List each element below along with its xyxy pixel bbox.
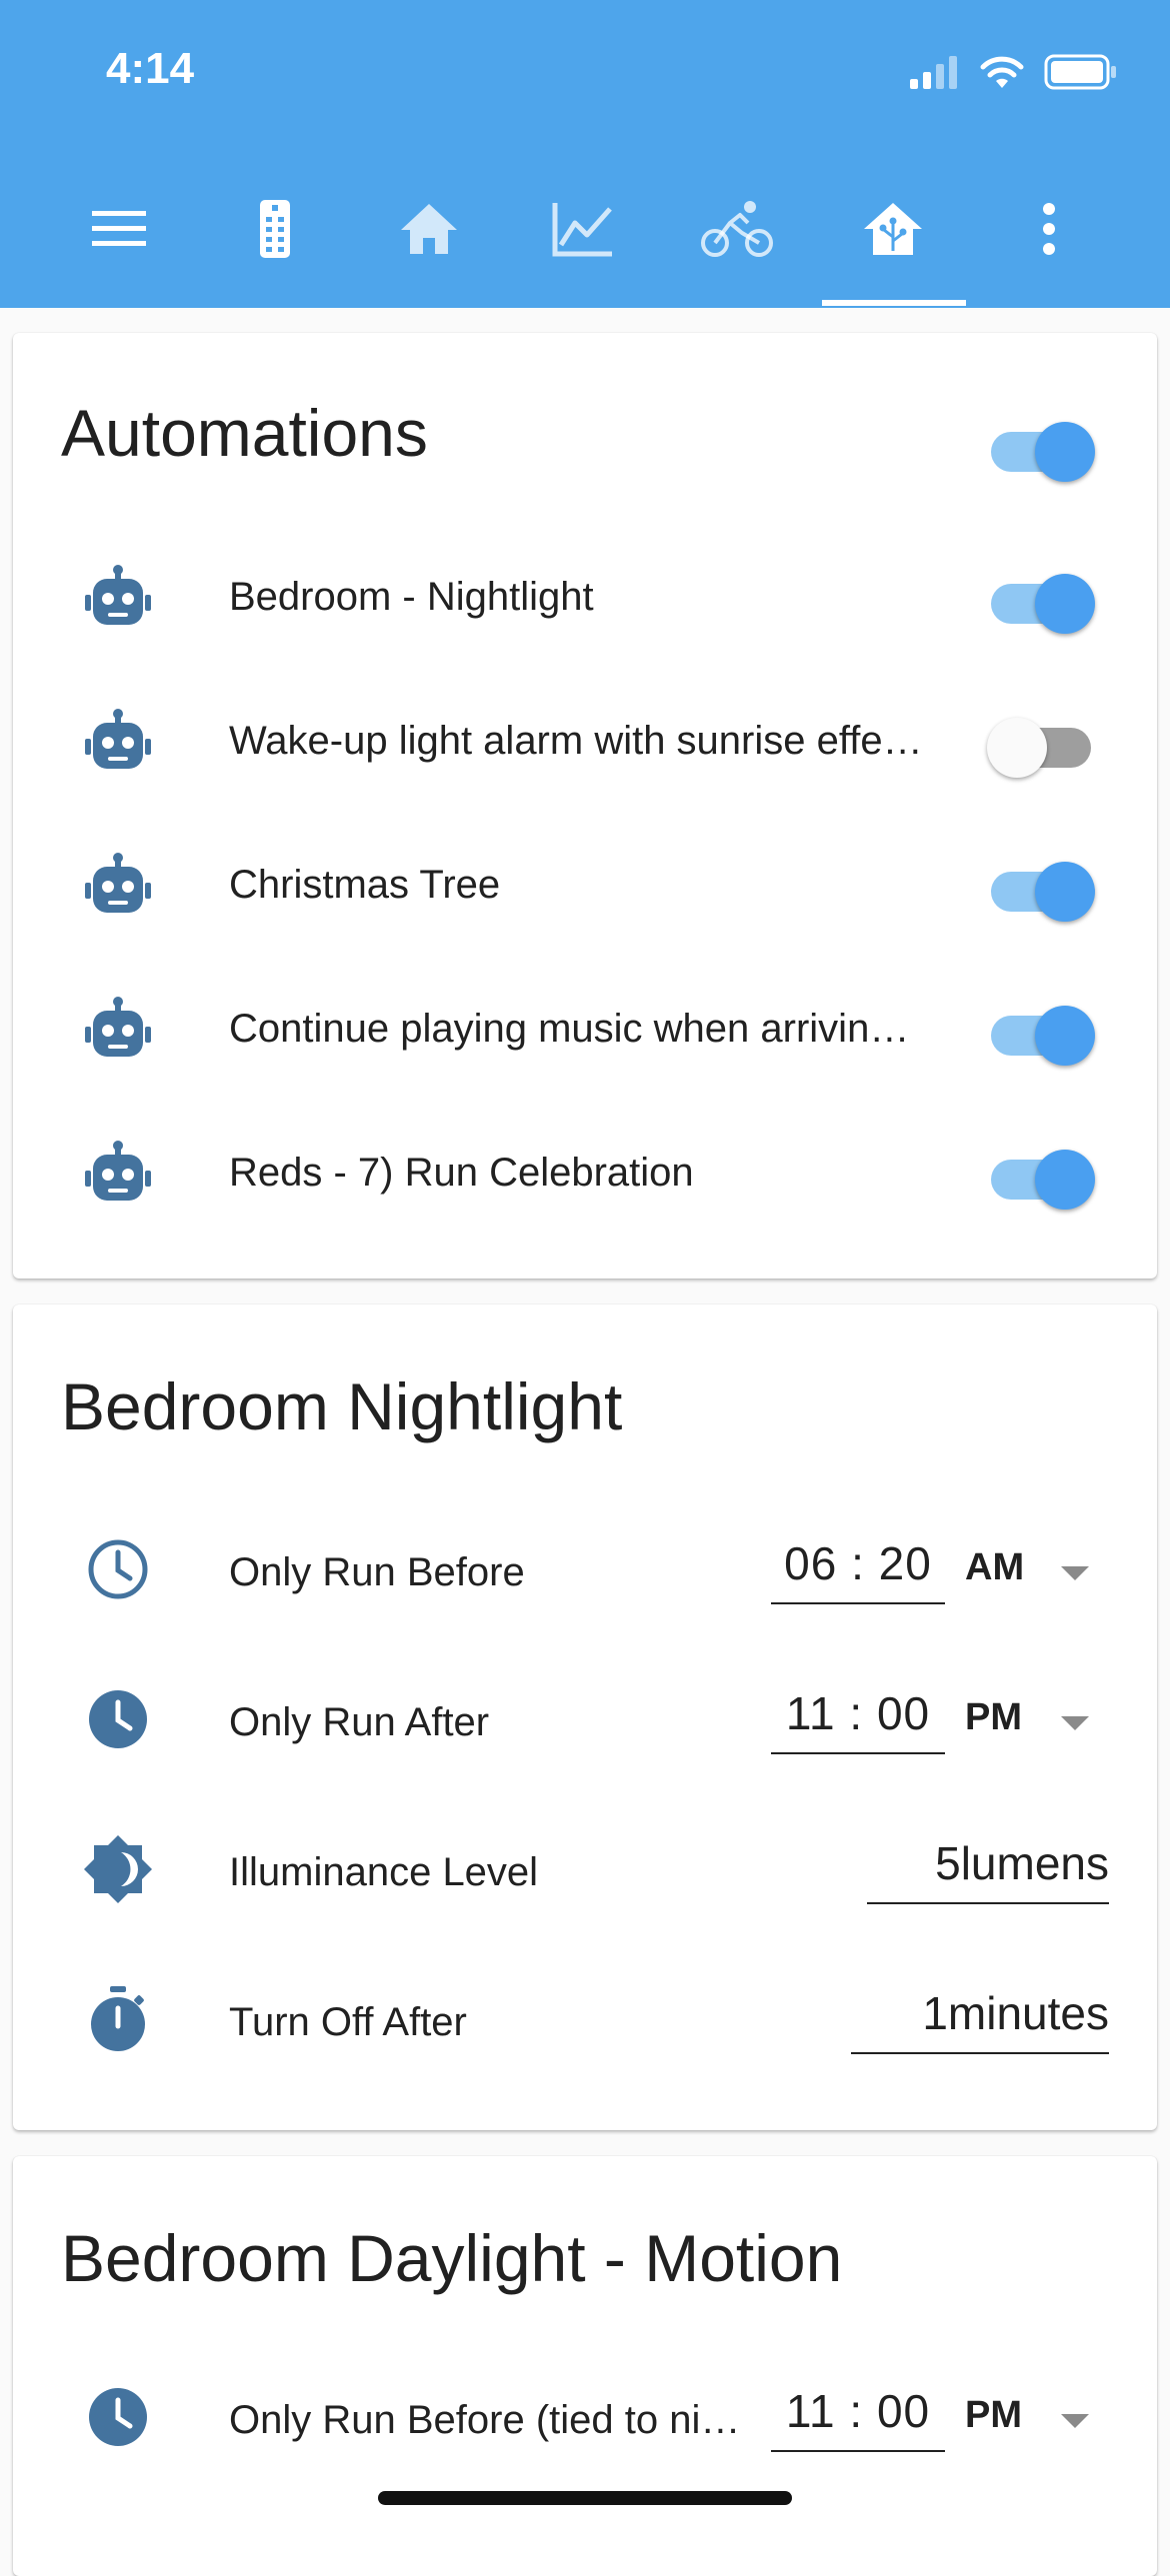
menu-icon	[92, 211, 146, 246]
toggle-thumb	[1035, 1150, 1095, 1210]
illuminance-row: Illuminance Level 5lumens	[13, 1814, 1157, 1924]
automation-row[interactable]: Continue playing music when arrivin…	[13, 973, 1157, 1083]
robot-icon	[83, 561, 153, 631]
automation-label: Reds - 7) Run Celebration	[229, 1151, 694, 1195]
toggle-thumb	[1035, 422, 1095, 482]
menu-button[interactable]	[44, 150, 194, 308]
toggle-thumb	[1035, 1006, 1095, 1066]
automations-title: Automations	[61, 396, 428, 470]
toggle-thumb	[1035, 862, 1095, 922]
robot-icon	[83, 993, 153, 1063]
dropdown-caret-icon[interactable]	[1061, 2414, 1089, 2428]
toolbar	[0, 150, 1170, 308]
wifi-icon	[980, 56, 1024, 88]
chart-icon	[552, 203, 612, 257]
automation-row[interactable]: Reds - 7) Run Celebration	[13, 1117, 1157, 1227]
only-run-after-row: Only Run After 11 : 00 PM	[13, 1664, 1157, 1774]
ampm-select[interactable]: AM	[965, 1546, 1024, 1589]
illuminance-label: Illuminance Level	[229, 1850, 539, 1894]
status-time: 4:14	[106, 44, 195, 93]
automation-row[interactable]: Wake-up light alarm with sunrise effe…	[13, 685, 1157, 795]
remote-icon	[260, 200, 290, 258]
bicycle-icon	[701, 201, 773, 257]
tab-home[interactable]	[354, 150, 504, 308]
tab-remote[interactable]	[200, 150, 350, 308]
dropdown-caret-icon[interactable]	[1061, 1716, 1089, 1730]
automation-row[interactable]: Bedroom - Nightlight	[13, 541, 1157, 651]
status-icons	[908, 54, 1118, 90]
ampm-select[interactable]: PM	[965, 2394, 1022, 2437]
only-run-before-label: Only Run Before	[229, 1550, 525, 1594]
robot-icon	[83, 849, 153, 919]
app-header: 4:14	[0, 0, 1170, 308]
clock-outline-icon	[83, 1534, 153, 1604]
home-indicator[interactable]	[378, 2491, 792, 2505]
automations-master-toggle[interactable]	[987, 409, 1097, 482]
cellular-signal-icon	[910, 56, 957, 89]
automation-toggle[interactable]	[987, 561, 1097, 634]
only-run-after-label: Only Run After	[229, 1700, 490, 1744]
automation-label: Wake-up light alarm with sunrise effe…	[229, 719, 923, 763]
tab-activity[interactable]	[662, 150, 812, 308]
automation-toggle[interactable]	[987, 705, 1097, 778]
smart-home-icon	[864, 203, 922, 255]
automation-toggle[interactable]	[987, 849, 1097, 922]
clock-icon	[83, 2382, 153, 2452]
toggle-thumb	[987, 718, 1047, 778]
time-input[interactable]: 11 : 00	[771, 1686, 945, 1754]
bedroom-daylight-card: Bedroom Daylight - Motion Only Run Befor…	[13, 2156, 1157, 2576]
time-input[interactable]: 11 : 00	[771, 2384, 945, 2452]
automation-label: Continue playing music when arrivin…	[229, 1007, 910, 1051]
ampm-select[interactable]: PM	[965, 1696, 1022, 1739]
battery-icon	[1044, 54, 1116, 90]
toggle-thumb	[1035, 574, 1095, 634]
brightness-icon	[83, 1834, 153, 1904]
robot-icon	[83, 1137, 153, 1207]
only-run-before-row: Only Run Before (tied to ni… 11 : 00 PM	[13, 2362, 1157, 2472]
more-vert-icon	[1043, 203, 1055, 255]
bedroom-nightlight-card: Bedroom Nightlight Only Run Before 06 : …	[13, 1304, 1157, 2130]
automation-label: Christmas Tree	[229, 863, 501, 907]
automations-card: Automations Bedroom - Nightlight Wake-up…	[13, 333, 1157, 1279]
only-run-before-label: Only Run Before (tied to ni…	[229, 2398, 741, 2442]
turn-off-after-label: Turn Off After	[229, 2000, 467, 2044]
active-tab-indicator	[822, 300, 966, 306]
timer-icon	[83, 1984, 153, 2054]
tab-history[interactable]	[508, 150, 658, 308]
tab-smart-home[interactable]	[818, 150, 968, 308]
dropdown-caret-icon[interactable]	[1061, 1566, 1089, 1580]
bedroom-nightlight-title: Bedroom Nightlight	[61, 1369, 623, 1443]
automation-label: Bedroom - Nightlight	[229, 575, 594, 619]
status-bar: 4:14	[0, 0, 1170, 150]
home-icon	[401, 204, 457, 254]
automation-toggle[interactable]	[987, 993, 1097, 1066]
clock-icon	[83, 1684, 153, 1754]
only-run-before-row: Only Run Before 06 : 20 AM	[13, 1514, 1157, 1624]
illuminance-input[interactable]: 5lumens	[867, 1836, 1109, 1904]
time-input[interactable]: 06 : 20	[771, 1536, 945, 1604]
more-options-button[interactable]	[974, 150, 1124, 308]
automation-toggle[interactable]	[987, 1137, 1097, 1210]
turn-off-after-input[interactable]: 1minutes	[851, 1986, 1109, 2054]
automation-row[interactable]: Christmas Tree	[13, 829, 1157, 939]
robot-icon	[83, 705, 153, 775]
bedroom-daylight-title: Bedroom Daylight - Motion	[61, 2221, 843, 2295]
turn-off-after-row: Turn Off After 1minutes	[13, 1964, 1157, 2074]
